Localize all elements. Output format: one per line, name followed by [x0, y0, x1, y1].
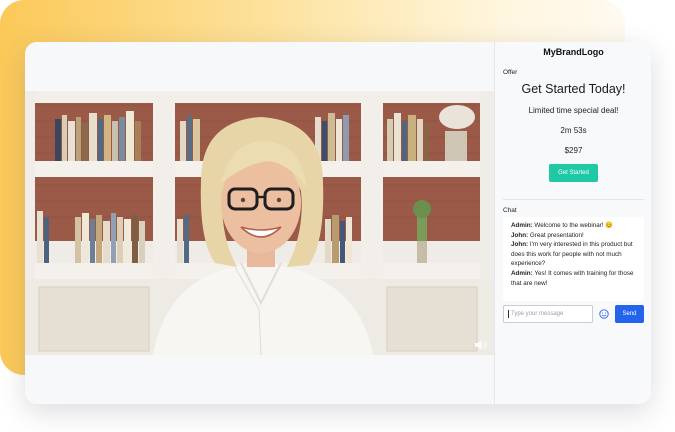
- get-started-button[interactable]: Get Started: [549, 164, 598, 182]
- video-area: [25, 42, 494, 404]
- chat-message-author: Admin:: [511, 222, 533, 229]
- chat-messages[interactable]: Admin: Welcome to the webinar! 😊 John: G…: [503, 217, 644, 301]
- side-panel: MyBrandLogo Offer Get Started Today! Lim…: [494, 42, 651, 404]
- chat-message-text: I'm very interested in this product but …: [511, 241, 633, 268]
- offer-price: $297: [564, 146, 583, 155]
- brand-logo: MyBrandLogo: [543, 47, 604, 57]
- chat-message-text: Great presentation!: [528, 231, 584, 239]
- chat-section-label: Chat: [503, 207, 517, 214]
- chat-message-author: John:: [511, 241, 529, 249]
- send-button[interactable]: Send: [615, 305, 644, 323]
- offer-subtitle: Limited time special deal!: [528, 106, 619, 115]
- chat-message-author: Admin:: [511, 269, 533, 277]
- presenter-video-frame: [25, 91, 494, 355]
- chat-message: John: I'm very interested in this produc…: [511, 240, 640, 269]
- video-player[interactable]: [25, 91, 494, 355]
- smiley-icon[interactable]: [599, 309, 609, 319]
- chat-message-input[interactable]: Type your message: [503, 305, 593, 323]
- chat-message-text: Welcome to the webinar! 😊: [532, 222, 614, 229]
- webinar-card: MyBrandLogo Offer Get Started Today! Lim…: [25, 42, 651, 404]
- chat-message: Admin: Yes! It comes with training for t…: [511, 269, 640, 288]
- chat-message-author: John:: [511, 231, 529, 239]
- offer-title: Get Started Today!: [521, 82, 626, 96]
- divider: [503, 199, 644, 200]
- speaker-icon[interactable]: [474, 339, 488, 351]
- chat-message: John: Great presentation!: [511, 231, 640, 241]
- offer-countdown: 2m 53s: [560, 126, 587, 135]
- offer-section-label: Offer: [503, 69, 518, 76]
- page: MyBrandLogo Offer Get Started Today! Lim…: [0, 0, 675, 432]
- chat-message: Admin: Welcome to the webinar! 😊: [511, 221, 640, 231]
